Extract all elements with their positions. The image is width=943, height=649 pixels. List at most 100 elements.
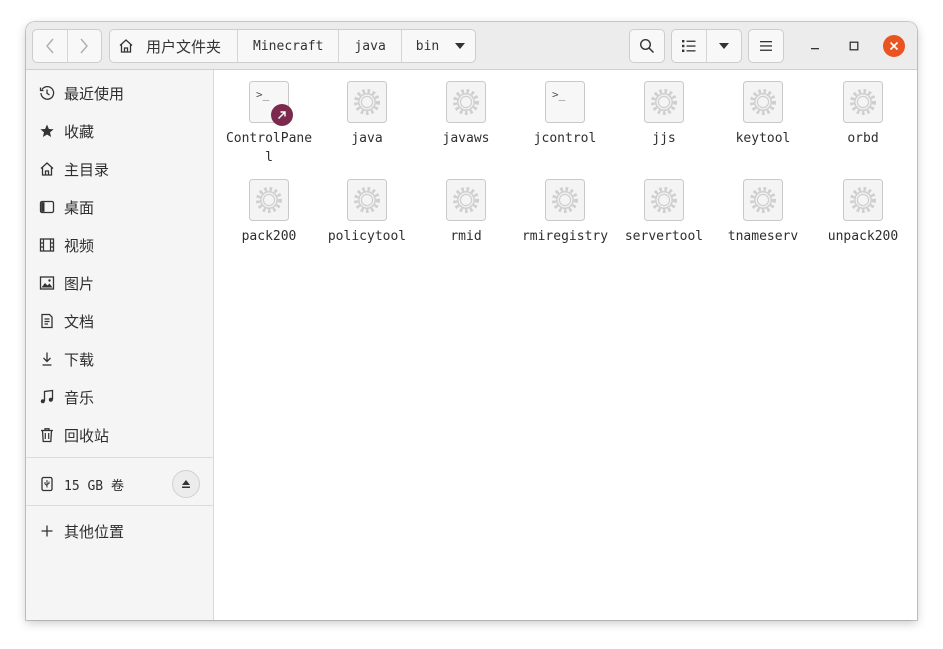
breadcrumb-java[interactable]: java (338, 30, 400, 62)
sidebar-item-trash[interactable]: 回收站 (26, 416, 214, 454)
file-name: servertool (624, 229, 704, 244)
file-name: unpack200 (827, 229, 899, 244)
sidebar-item-label: 图片 (64, 274, 95, 293)
executable-icon (644, 81, 684, 123)
list-view-button[interactable] (672, 30, 707, 62)
sidebar-item-label: 文档 (64, 312, 95, 331)
sidebar-item-label: 视频 (64, 236, 95, 255)
breadcrumb-home[interactable]: 用户文件夹 (110, 30, 237, 62)
volume-label: 15 GB 卷 (64, 478, 124, 494)
file-name: jcontrol (533, 131, 597, 146)
sidebar-item-label: 主目录 (64, 160, 110, 179)
download-icon (39, 351, 55, 367)
sidebar-item-label: 收藏 (64, 122, 95, 141)
executable-icon (249, 179, 289, 221)
file-name: jjs (652, 131, 676, 146)
navigation-buttons (32, 29, 102, 63)
maximize-icon (849, 41, 859, 51)
sidebar-item-desktop[interactable]: 桌面 (26, 188, 214, 226)
home-icon (39, 161, 55, 177)
file-item[interactable]: pack200 (221, 171, 317, 267)
file-item[interactable]: java (319, 73, 415, 169)
breadcrumb-label: Minecraft (253, 38, 324, 54)
view-options-button[interactable] (707, 30, 741, 62)
usb-drive-icon (39, 476, 55, 492)
breadcrumb-label: bin (415, 38, 440, 54)
main-menu-button[interactable] (748, 29, 784, 63)
chevron-left-icon (46, 38, 54, 54)
file-item[interactable]: >_ ControlPanel (221, 73, 317, 169)
terminal-icon: >_ (249, 81, 293, 126)
sidebar-item-label: 下载 (64, 350, 95, 369)
plus-icon (39, 523, 55, 539)
sidebar-item-label: 最近使用 (64, 84, 125, 103)
image-icon (39, 275, 55, 291)
sidebar-item-downloads[interactable]: 下载 (26, 340, 214, 378)
sidebar-item-other-locations[interactable]: 其他位置 (26, 512, 214, 550)
executable-icon (446, 81, 486, 123)
close-button[interactable] (883, 35, 905, 57)
sidebar-item-volume[interactable]: 15 GB 卷 (26, 464, 214, 504)
file-name: rmid (450, 229, 482, 244)
sidebar-item-pictures[interactable]: 图片 (26, 264, 214, 302)
svg-text:>_: >_ (256, 88, 270, 101)
forward-button[interactable] (66, 30, 101, 62)
sidebar-item-music[interactable]: 音乐 (26, 378, 214, 416)
file-name: tnameserv (727, 229, 799, 244)
path-bar: 用户文件夹 Minecraft java bin (109, 29, 477, 63)
minimize-icon (811, 48, 819, 50)
music-icon (39, 389, 55, 405)
film-icon (39, 237, 55, 253)
header-bar: 用户文件夹 Minecraft java bin (26, 22, 917, 70)
breadcrumb-minecraft[interactable]: Minecraft (237, 30, 338, 62)
executable-icon (446, 179, 486, 221)
star-icon (39, 123, 55, 139)
file-item[interactable]: rmid (418, 171, 514, 267)
file-item[interactable]: tnameserv (715, 171, 811, 267)
file-item[interactable]: orbd (815, 73, 911, 169)
file-manager-window: 用户文件夹 Minecraft java bin 最近使用 收藏 主目录 桌面 … (26, 22, 917, 620)
sidebar-item-recent[interactable]: 最近使用 (26, 74, 214, 112)
clock-icon (39, 85, 55, 101)
file-item[interactable]: jjs (616, 73, 712, 169)
file-name: ControlPanel (225, 131, 313, 165)
maximize-button[interactable] (843, 35, 865, 57)
hamburger-menu-icon (760, 41, 772, 51)
search-icon (639, 38, 655, 54)
close-icon (889, 41, 899, 51)
sidebar-divider (26, 505, 214, 506)
chevron-down-icon (719, 43, 729, 49)
file-name: pack200 (241, 229, 297, 244)
executable-icon (347, 179, 387, 221)
search-button[interactable] (629, 29, 665, 63)
sidebar-divider (26, 457, 214, 458)
symlink-arrow-icon (271, 104, 293, 126)
sidebar-item-documents[interactable]: 文档 (26, 302, 214, 340)
eject-button[interactable] (172, 470, 200, 498)
list-view-icon (682, 40, 696, 52)
sidebar-item-starred[interactable]: 收藏 (26, 112, 214, 150)
file-name: keytool (735, 131, 791, 146)
svg-text:>_: >_ (552, 88, 566, 101)
desktop-icon (39, 199, 55, 215)
dropdown-arrow-icon (455, 43, 466, 49)
sidebar-item-label: 回收站 (64, 426, 110, 445)
sidebar-item-home[interactable]: 主目录 (26, 150, 214, 188)
breadcrumb-bin[interactable]: bin (400, 30, 475, 62)
file-item[interactable]: >_ jcontrol (517, 73, 613, 169)
file-name: orbd (847, 131, 879, 146)
file-item[interactable]: unpack200 (815, 171, 911, 267)
minimize-button[interactable] (804, 35, 826, 57)
executable-icon (843, 81, 883, 123)
file-item[interactable]: rmiregistry (517, 171, 613, 267)
executable-icon (743, 179, 783, 221)
file-item[interactable]: javaws (418, 73, 514, 169)
back-button[interactable] (33, 30, 67, 62)
file-item[interactable]: keytool (715, 73, 811, 169)
file-item[interactable]: servertool (616, 171, 712, 267)
file-item[interactable]: policytool (319, 171, 415, 267)
chevron-right-icon (80, 38, 89, 54)
file-grid: >_ ControlPanel java javaws >_ jcontrol jjs key… (215, 70, 917, 620)
sidebar-item-videos[interactable]: 视频 (26, 226, 214, 264)
terminal-icon: >_ (545, 81, 585, 123)
